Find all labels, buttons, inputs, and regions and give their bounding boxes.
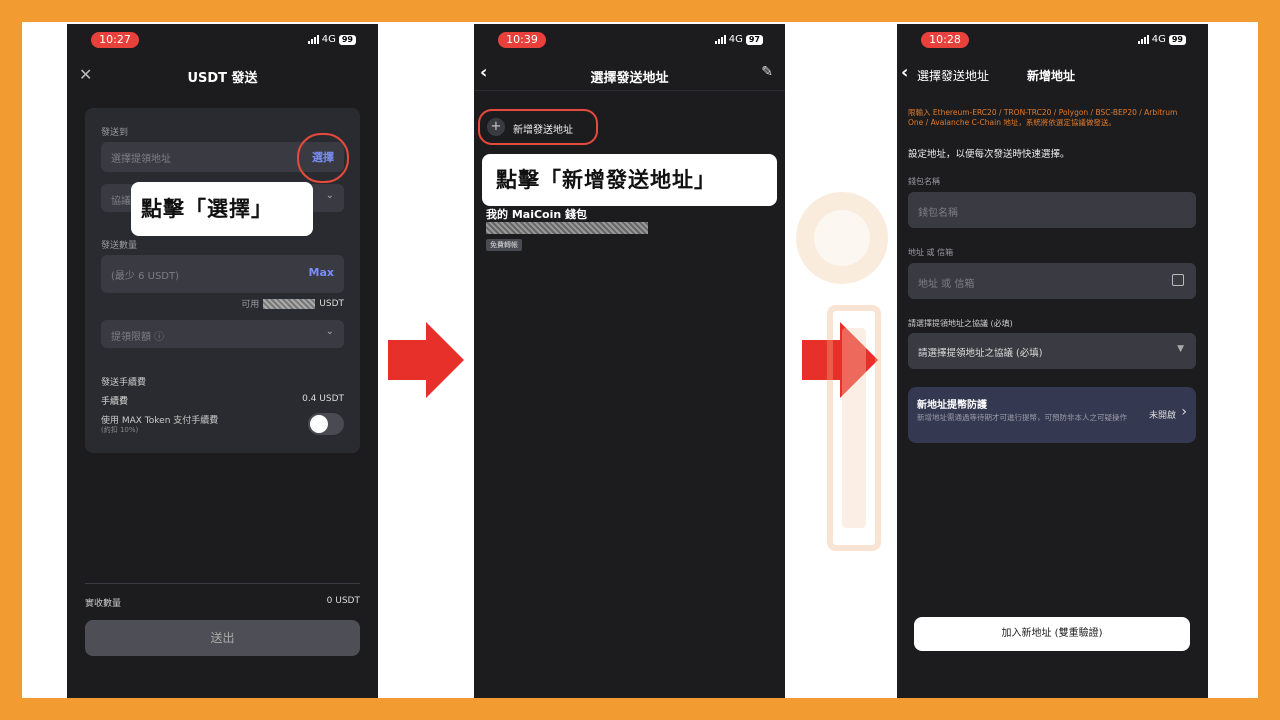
protocol-dropdown[interactable]: 請選擇提領地址之協議 (必填) ▼	[908, 333, 1196, 369]
available-amount-masked	[263, 298, 316, 309]
battery-icon: 97	[745, 34, 763, 45]
amount-placeholder: (最少 6 USDT)	[111, 271, 179, 282]
send-form-card: 發送到 選擇提領地址 選擇 協議 ⌄ 發送數量 (最少 6 USDT) Max …	[85, 108, 360, 453]
wallet-address-masked	[486, 222, 648, 234]
network-type: 4G	[1151, 34, 1166, 45]
address-label: 地址 或 信箱	[908, 248, 954, 257]
signal-indicator: 4G 99	[307, 34, 356, 45]
free-transfer-badge: 免費轉帳	[486, 239, 522, 251]
limit-label: 提領限額 ⓘ	[111, 332, 165, 343]
network-type: 4G	[728, 34, 743, 45]
wallet-name-placeholder: 錢包名稱	[918, 208, 958, 219]
receive-value: 0 USDT	[326, 596, 360, 606]
protect-desc: 新增地址需通過等待期才可進行提幣，可預防非本人之可疑操作	[917, 413, 1127, 422]
back-chevron-icon[interactable]: ‹	[901, 62, 908, 83]
phone-screen-send-usdt: 10:27 4G 99 ✕ USDT 發送 發送到 選擇提領地址 選擇 協議 ⌄…	[67, 24, 378, 698]
protect-title: 新地址提幣防護	[917, 400, 987, 411]
send-to-label: 發送到	[101, 128, 129, 138]
divider	[85, 583, 360, 584]
wallet-name-label: 錢包名稱	[908, 177, 940, 186]
address-placeholder: 地址 或 信箱	[918, 279, 975, 290]
amount-label: 發送數量	[101, 241, 138, 251]
callout-tap-select: 點擊「選擇」	[131, 182, 313, 236]
page-title: 選擇發送地址	[590, 71, 669, 86]
battery-icon: 99	[1168, 34, 1186, 45]
brand-watermark-logo	[796, 192, 888, 551]
address-placeholder: 選擇提領地址	[111, 154, 171, 165]
signal-bars-icon	[1137, 35, 1149, 44]
battery-icon: 99	[338, 34, 356, 45]
signal-indicator: 4G 97	[714, 34, 763, 45]
signal-bars-icon	[307, 35, 319, 44]
wallet-name: 我的 MaiCoin 錢包	[486, 208, 588, 221]
status-bar: 10:27 4G 99	[67, 30, 378, 50]
nav-bar: ‹ 選擇發送地址 新增地址	[897, 62, 1208, 86]
status-time: 10:28	[921, 32, 969, 48]
available-prefix: 可用	[241, 300, 260, 310]
withdrawal-protection-card[interactable]: 新地址提幣防護 新增地址需通過等待期才可進行提幣，可預防非本人之可疑操作 未開啟…	[908, 387, 1196, 443]
status-bar: 10:28 4G 99	[897, 30, 1208, 50]
chevron-down-icon: ⌄	[325, 326, 334, 337]
status-time: 10:27	[91, 32, 139, 48]
available-balance: 可用 USDT	[241, 297, 344, 310]
phone-screen-add-address: 10:28 4G 99 ‹ 選擇發送地址 新增地址 限輸入 Ethereum-E…	[897, 24, 1208, 698]
address-input[interactable]: 地址 或 信箱	[908, 263, 1196, 299]
arrow-right-icon	[388, 322, 464, 398]
callout-tap-add-address: 點擊「新增發送地址」	[482, 154, 777, 206]
chevron-right-icon: ›	[1181, 404, 1187, 420]
nav-bar: ‹ 選擇發送地址 ✎	[474, 62, 785, 86]
protocol-label: 請選擇提領地址之協議 (必填)	[908, 319, 1013, 328]
limit-dropdown[interactable]: 提領限額 ⓘ ⌄	[101, 320, 344, 348]
edit-pencil-icon[interactable]: ✎	[761, 64, 773, 80]
highlight-ring-select	[297, 133, 349, 183]
header-divider	[474, 90, 785, 91]
dropdown-triangle-icon: ▼	[1177, 344, 1184, 354]
max-button[interactable]: Max	[309, 266, 334, 279]
amount-input[interactable]: (最少 6 USDT) Max	[101, 255, 344, 293]
receive-label: 實收數量	[85, 599, 122, 609]
network-warning: 限輸入 Ethereum-ERC20 / TRON-TRC20 / Polygo…	[908, 108, 1178, 127]
max-token-note: (約扣 10%)	[101, 426, 139, 434]
protect-status: 未開啟	[1148, 411, 1176, 421]
fee-label: 手續費	[101, 397, 129, 407]
page-title: 新增地址	[1027, 69, 1076, 83]
protocol-placeholder: 請選擇提領地址之協議 (必填)	[918, 348, 1043, 359]
page-title: USDT 發送	[187, 71, 258, 86]
wallet-name-input[interactable]: 錢包名稱	[908, 192, 1196, 228]
available-unit: USDT	[319, 298, 344, 309]
network-placeholder: 協議	[111, 196, 131, 207]
highlight-ring-add	[478, 109, 598, 145]
back-label[interactable]: 選擇發送地址	[917, 67, 989, 84]
status-time: 10:39	[498, 32, 546, 48]
signal-indicator: 4G 99	[1137, 34, 1186, 45]
fee-section-label: 發送手續費	[101, 378, 147, 388]
nav-bar: ✕ USDT 發送	[67, 64, 378, 86]
max-token-toggle[interactable]	[308, 413, 344, 435]
toggle-knob	[310, 415, 328, 433]
send-button[interactable]: 送出	[85, 620, 360, 656]
phone-screen-select-address: 10:39 4G 97 ‹ 選擇發送地址 ✎ + 新增發送地址 點擊「新增發送地…	[474, 24, 785, 698]
chevron-down-icon: ⌄	[325, 190, 334, 201]
add-address-submit-button[interactable]: 加入新地址 (雙重驗證)	[914, 617, 1190, 651]
network-type: 4G	[321, 34, 336, 45]
description: 設定地址，以便每次發送時快速選擇。	[908, 149, 1070, 160]
signal-bars-icon	[714, 35, 726, 44]
status-bar: 10:39 4G 97	[474, 30, 785, 50]
scan-qr-icon[interactable]	[1172, 274, 1184, 286]
wallet-list-item[interactable]: 我的 MaiCoin 錢包 免費轉帳	[484, 204, 774, 254]
fee-value: 0.4 USDT	[302, 394, 344, 404]
